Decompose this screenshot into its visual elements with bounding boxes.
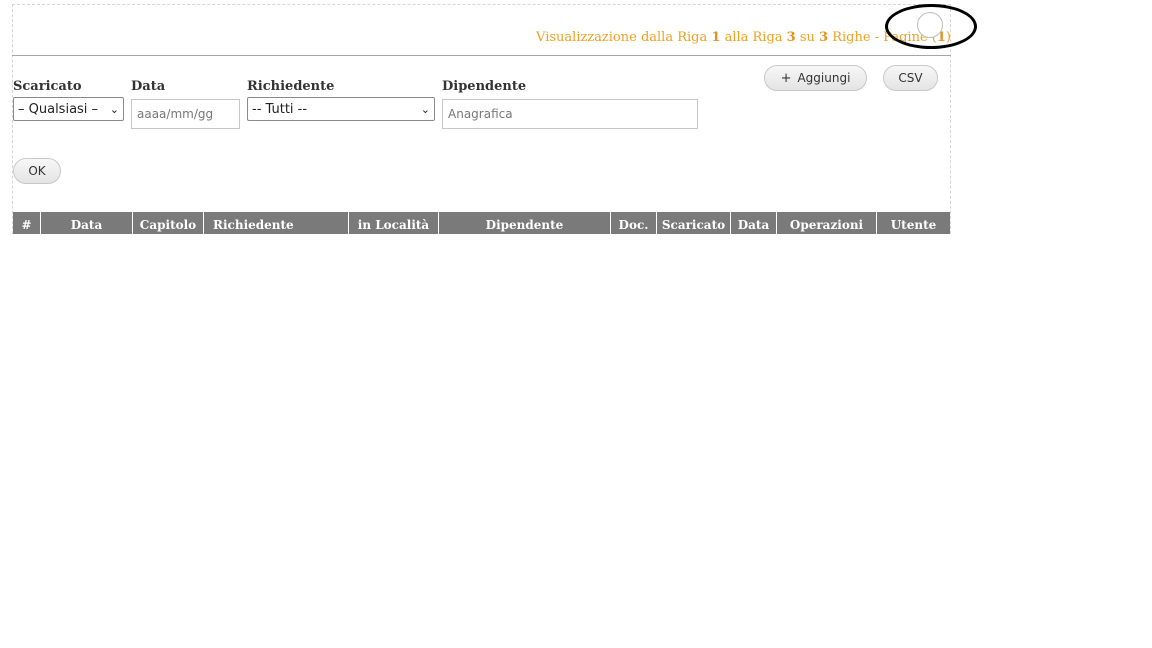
divider bbox=[12, 55, 951, 56]
richiedente-label: Richiedente bbox=[247, 79, 335, 94]
scaricato-label: Scaricato bbox=[13, 79, 82, 94]
col-header-data[interactable]: Data bbox=[41, 212, 133, 234]
col-header-localita[interactable]: in Località bbox=[349, 212, 439, 234]
plus-icon: + bbox=[780, 70, 792, 86]
col-header-utente[interactable]: Utente bbox=[877, 212, 950, 234]
annotation-ellipse bbox=[885, 4, 977, 49]
col-header-richiedente[interactable]: Richiedente bbox=[204, 212, 349, 234]
scaricato-select[interactable]: – Qualsiasi – ⌄ bbox=[13, 97, 124, 121]
ok-button[interactable]: OK bbox=[13, 158, 61, 184]
col-header-doc[interactable]: Doc. bbox=[611, 212, 657, 234]
col-header-scaricato[interactable]: Scaricato bbox=[657, 212, 731, 234]
col-header-operazioni[interactable]: Operazioni bbox=[777, 212, 877, 234]
col-header-dipendente[interactable]: Dipendente bbox=[439, 212, 611, 234]
dipendente-input[interactable]: Anagrafica bbox=[442, 99, 698, 129]
richiedente-select[interactable]: -- Tutti -- ⌄ bbox=[247, 97, 435, 121]
csv-button[interactable]: CSV bbox=[883, 65, 938, 91]
table-header: # Data Capitolo Richiedente in Località … bbox=[13, 212, 950, 234]
col-header-data-2[interactable]: Data bbox=[731, 212, 777, 234]
add-button[interactable]: + Aggiungi bbox=[764, 65, 867, 91]
chevron-down-icon: ⌄ bbox=[109, 102, 119, 116]
col-header-capitolo[interactable]: Capitolo bbox=[133, 212, 204, 234]
date-input[interactable]: aaaa/mm/gg bbox=[131, 99, 240, 129]
col-header-number[interactable]: # bbox=[13, 212, 41, 234]
dipendente-label: Dipendente bbox=[442, 79, 527, 94]
chevron-down-icon: ⌄ bbox=[420, 102, 430, 116]
data-label: Data bbox=[131, 79, 166, 94]
